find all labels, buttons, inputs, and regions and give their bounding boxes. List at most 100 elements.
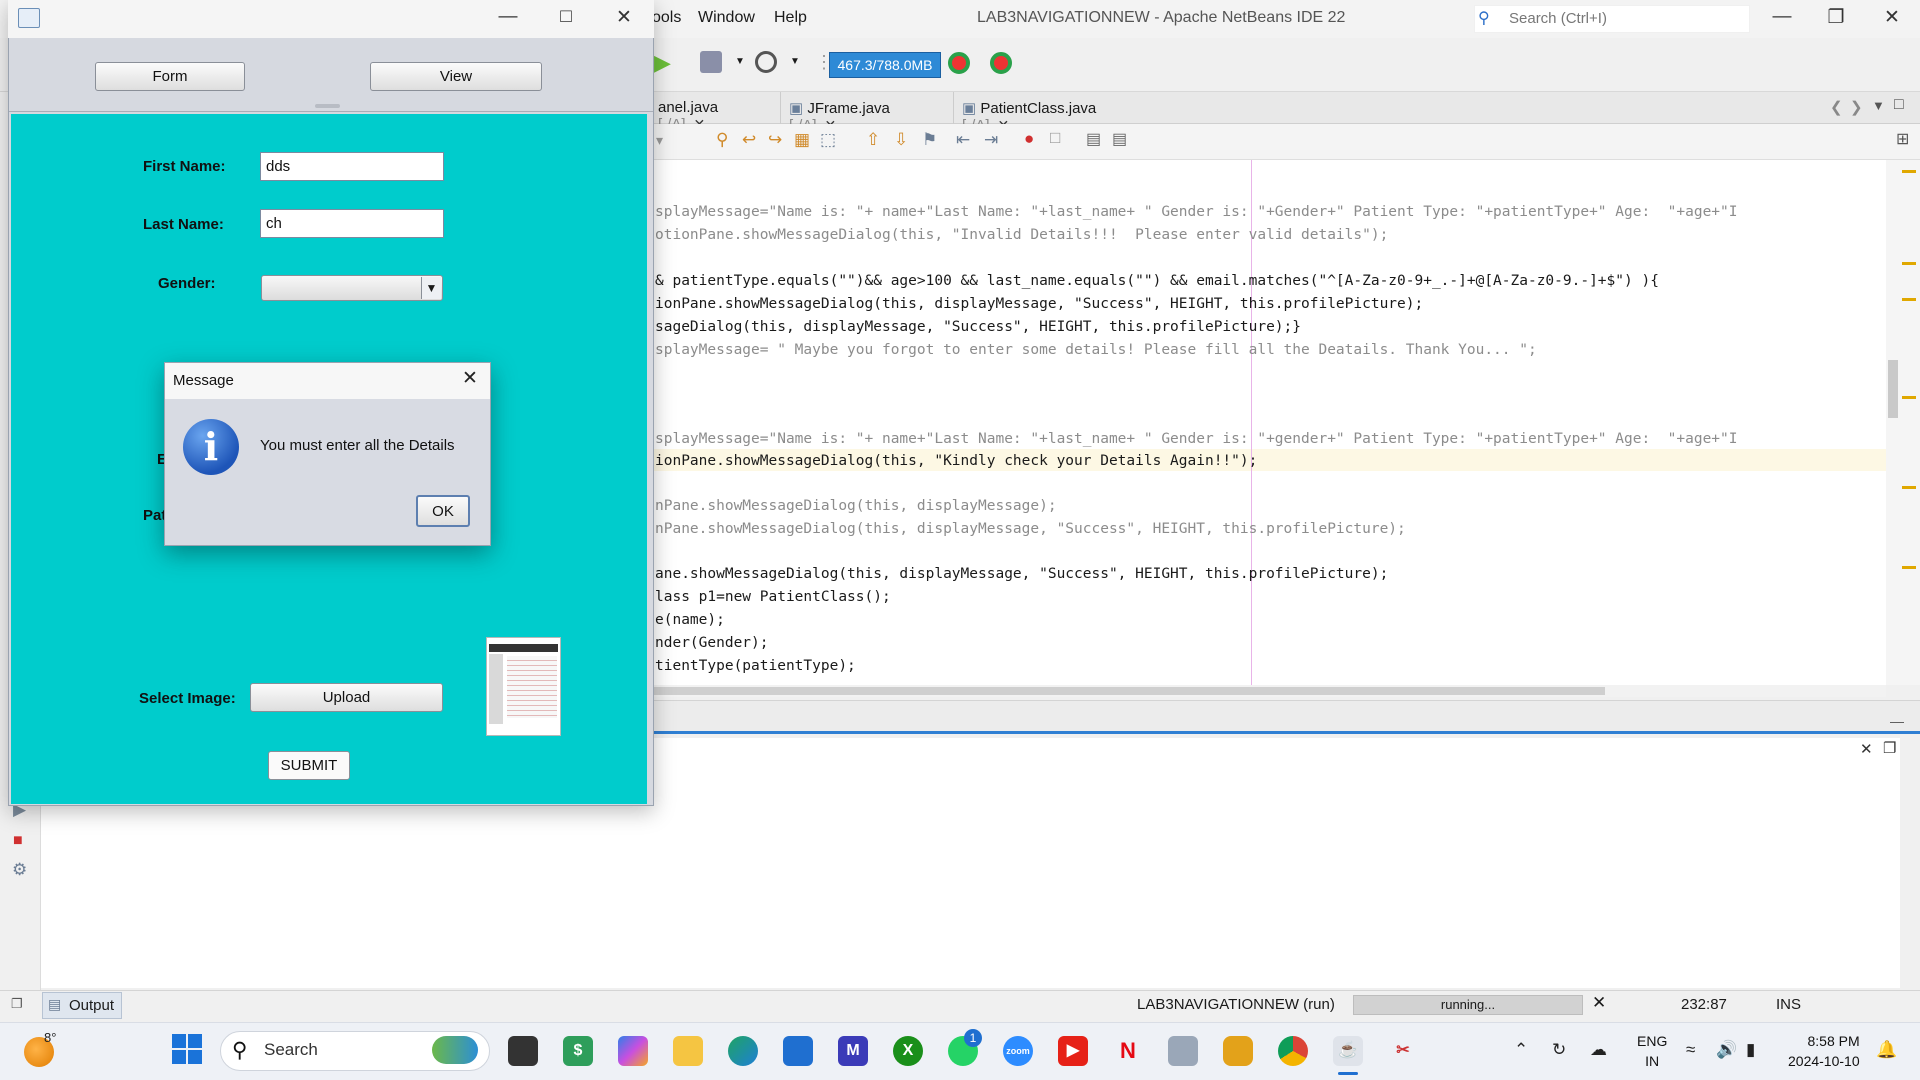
code-line[interactable]: splayMessage= " Maybe you forgot to ente… xyxy=(655,339,1537,361)
gender-select[interactable] xyxy=(261,275,443,301)
toggle-rect-select-icon[interactable]: ⬚ xyxy=(820,130,836,150)
task-view-icon[interactable] xyxy=(508,1036,538,1066)
volume-icon[interactable]: 🔊 xyxy=(1716,1040,1737,1060)
debug-icon[interactable] xyxy=(700,51,722,73)
find-icon[interactable]: ⚲ xyxy=(716,130,728,150)
code-line[interactable]: nder(Gender); xyxy=(655,632,769,654)
notifications-icon[interactable]: 🔔 xyxy=(1876,1040,1897,1060)
warning-marker[interactable] xyxy=(1902,396,1916,399)
first-name-field[interactable]: dds xyxy=(260,152,444,181)
warning-marker[interactable] xyxy=(1902,298,1916,301)
settings-icon[interactable]: ⚙ xyxy=(12,860,27,880)
comment-icon[interactable]: ▤ xyxy=(1086,129,1101,149)
code-line[interactable]: & patientType.equals("")&& age>100 && la… xyxy=(655,270,1659,292)
editor-horizontal-scroll-thumb[interactable] xyxy=(650,687,1605,695)
split-pane-divider[interactable] xyxy=(315,104,340,108)
start-macro-icon[interactable]: ● xyxy=(1024,129,1034,149)
tab-jframe-java[interactable]: ▣ JFrame.java [-/A]✕ xyxy=(780,92,945,134)
office-app-icon[interactable] xyxy=(1223,1036,1253,1066)
warning-marker[interactable] xyxy=(1902,486,1916,489)
code-line[interactable]: ionPane.showMessageDialog(this, displayM… xyxy=(655,293,1423,315)
history-icon[interactable]: ▾ xyxy=(656,132,663,149)
taskbar-search-label[interactable]: Search xyxy=(264,1040,318,1060)
chevron-down-icon[interactable]: ▼ xyxy=(790,56,800,67)
restore-icon[interactable]: ❐ xyxy=(1883,739,1896,757)
menu-help[interactable]: Help xyxy=(774,9,807,27)
warning-marker[interactable] xyxy=(1902,170,1916,173)
chevron-down-icon[interactable]: ▼ xyxy=(1872,98,1885,113)
close-icon[interactable]: ✕ xyxy=(458,367,482,390)
close-icon[interactable]: ✕ xyxy=(1860,740,1873,758)
minimize-icon[interactable]: — xyxy=(1762,6,1802,28)
editor-vertical-scrollbar[interactable] xyxy=(1886,160,1900,685)
clock[interactable]: 8:58 PM 2024-10-10 xyxy=(1788,1031,1860,1071)
edge-icon[interactable] xyxy=(728,1036,758,1066)
warning-marker[interactable] xyxy=(1902,262,1916,265)
code-line[interactable]: nPane.showMessageDialog(this, displayMes… xyxy=(655,495,1057,517)
tab-panel-java[interactable]: anel.java [-/A]✕ xyxy=(650,92,770,133)
submit-button[interactable]: SUBMIT xyxy=(268,751,350,780)
shift-left-icon[interactable]: ⇤ xyxy=(956,130,970,150)
next-bookmark-icon[interactable]: ⇩ xyxy=(894,130,908,150)
storage-app-icon[interactable] xyxy=(1168,1036,1198,1066)
toggle-highlight-icon[interactable]: ▦ xyxy=(794,130,810,150)
previous-bookmark-icon[interactable]: ⇧ xyxy=(866,130,880,150)
language-indicator[interactable]: ENG IN xyxy=(1637,1031,1667,1071)
chevron-down-icon[interactable]: ▼ xyxy=(735,56,745,67)
weather-temperature[interactable]: 8° xyxy=(44,1030,56,1045)
chrome-icon[interactable] xyxy=(1278,1036,1308,1066)
split-editor-icon[interactable]: ⊞ xyxy=(1896,129,1909,149)
chevron-right-icon[interactable]: ❯ xyxy=(1850,98,1863,116)
snipping-tool-icon[interactable]: ✂ xyxy=(1388,1036,1418,1066)
menu-tools[interactable]: ools xyxy=(652,9,681,27)
close-icon[interactable]: ✕ xyxy=(1872,6,1912,29)
last-name-field[interactable]: ch xyxy=(260,209,444,238)
editor-vertical-scroll-thumb[interactable] xyxy=(1888,360,1898,418)
maximize-icon[interactable]: □ xyxy=(1894,96,1904,114)
money-app-icon[interactable]: $ xyxy=(563,1036,593,1066)
upload-button[interactable]: Upload xyxy=(250,683,443,712)
xbox-icon[interactable]: X xyxy=(893,1036,923,1066)
uncomment-icon[interactable]: ▤ xyxy=(1112,129,1127,149)
battery-icon[interactable]: ▮ xyxy=(1746,1040,1755,1060)
file-explorer-icon[interactable] xyxy=(673,1036,703,1066)
close-icon[interactable]: ✕ xyxy=(1592,993,1606,1013)
run-icon[interactable]: ▶ xyxy=(654,50,671,76)
code-line[interactable]: e(name); xyxy=(655,609,725,631)
form-button[interactable]: Form xyxy=(95,62,245,91)
stop-macro-icon[interactable]: □ xyxy=(1050,128,1060,148)
view-button[interactable]: View xyxy=(370,62,542,91)
restore-icon[interactable]: ❐ xyxy=(1816,6,1856,29)
search-highlight-icon[interactable] xyxy=(432,1036,478,1064)
code-line[interactable]: tientType(patientType); xyxy=(655,655,856,677)
stop-icon[interactable]: ■ xyxy=(13,832,23,850)
run-progress[interactable]: running... xyxy=(1353,995,1583,1015)
code-line[interactable]: lass p1=new PatientClass(); xyxy=(655,586,891,608)
code-line[interactable]: splayMessage="Name is: "+ name+"Last Nam… xyxy=(655,428,1738,450)
maths-app-icon[interactable]: M xyxy=(838,1036,868,1066)
wifi-icon[interactable]: ≈ xyxy=(1686,1040,1695,1060)
shift-right-icon[interactable]: ⇥ xyxy=(984,130,998,150)
store-icon[interactable] xyxy=(783,1036,813,1066)
close-icon[interactable]: ✕ xyxy=(604,6,644,29)
ide-search-placeholder[interactable]: Search (Ctrl+I) xyxy=(1509,10,1607,27)
code-line[interactable]: sageDialog(this, displayMessage, "Succes… xyxy=(655,316,1301,338)
chevron-down-icon[interactable]: ▼ xyxy=(421,277,441,299)
tab-patientclass-java[interactable]: ▣ PatientClass.java [-/A]✕ xyxy=(953,92,1153,134)
minimize-icon[interactable]: — xyxy=(488,6,528,28)
ok-button[interactable]: OK xyxy=(416,495,470,527)
chevron-left-icon[interactable]: ❮ xyxy=(1830,98,1843,116)
youtube-icon[interactable]: ▶ xyxy=(1058,1036,1088,1066)
maximize-icon[interactable]: □ xyxy=(546,6,586,28)
find-previous-icon[interactable]: ↩ xyxy=(742,130,756,150)
code-line[interactable]: nPane.showMessageDialog(this, displayMes… xyxy=(655,518,1406,540)
profile-memory-icon[interactable] xyxy=(990,52,1012,74)
chevron-up-icon[interactable]: ⌃ xyxy=(1514,1040,1528,1060)
code-line[interactable]: splayMessage="Name is: "+ name+"Last Nam… xyxy=(655,201,1738,223)
sync-icon[interactable]: ↻ xyxy=(1552,1040,1566,1060)
code-line[interactable]: ionPane.showMessageDialog(this, "Kindly … xyxy=(655,450,1257,472)
java-app-icon[interactable]: ☕ xyxy=(1333,1036,1363,1066)
copilot-icon[interactable] xyxy=(618,1036,648,1066)
find-next-icon[interactable]: ↪ xyxy=(768,130,782,150)
menu-window[interactable]: Window xyxy=(698,9,755,27)
